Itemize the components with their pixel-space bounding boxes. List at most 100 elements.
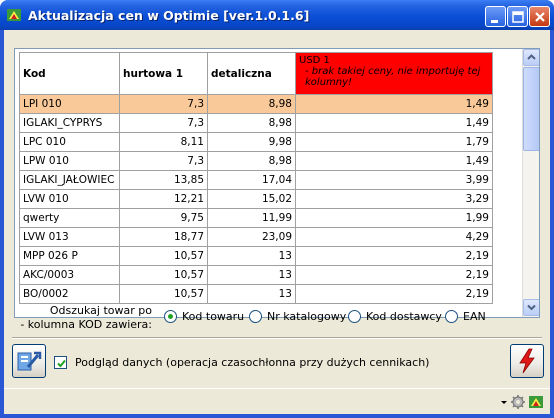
cell-detaliczna[interactable]: 8,98 [207, 151, 296, 171]
table-row[interactable]: IGLAKI_CYPRYS 7,3 8,98 1,49 [19, 113, 493, 133]
title-bar[interactable]: Aktualizacja cen w Optimie [ver.1.0.1.6] [0, 0, 554, 30]
cell-kod[interactable]: BO/0002 [19, 284, 120, 304]
cell-detaliczna[interactable]: 8,98 [207, 113, 296, 133]
update-prices-button[interactable] [510, 344, 544, 378]
table-row[interactable]: AKC/0003 10,57 13 2,19 [19, 265, 493, 285]
cell-hurtowa[interactable]: 13,85 [119, 170, 208, 190]
radio-kod-dostawcy[interactable]: Kod dostawcy [348, 310, 442, 323]
cell-hurtowa[interactable]: 18,77 [119, 227, 208, 247]
cell-usd[interactable]: 4,29 [295, 227, 493, 247]
dropdown-arrow-icon[interactable] [500, 394, 508, 410]
preview-checkbox-row[interactable]: Podgląd danych (operacja czasochłonna pr… [54, 356, 429, 369]
cell-detaliczna[interactable]: 11,99 [207, 208, 296, 228]
radio-ean[interactable]: EAN [445, 310, 486, 323]
cell-kod[interactable]: qwerty [19, 208, 120, 228]
cell-usd[interactable]: 2,19 [295, 284, 493, 304]
cell-detaliczna[interactable]: 9,98 [207, 132, 296, 152]
usd-header-note: - brak takiej ceny, nie importuję tej ko… [305, 66, 481, 88]
import-button[interactable] [12, 344, 46, 378]
table-row[interactable]: IGLAKI_JAŁOWIEC 13,85 17,04 3,99 [19, 170, 493, 190]
cell-detaliczna[interactable]: 13 [207, 284, 296, 304]
price-table: Kod hurtowa 1 detaliczna USD 1 - brak ta… [19, 52, 493, 304]
search-by-label: Odszukaj towar po - kolumna KOD zawiera: [20, 304, 152, 332]
column-header-detaliczna[interactable]: detaliczna [207, 52, 296, 95]
cell-kod[interactable]: AKC/0003 [19, 265, 120, 285]
cell-detaliczna[interactable]: 13 [207, 246, 296, 266]
cell-hurtowa[interactable]: 8,11 [119, 132, 208, 152]
vertical-scrollbar[interactable] [522, 49, 539, 317]
cell-kod[interactable]: LVW 010 [19, 189, 120, 209]
cell-detaliczna[interactable]: 17,04 [207, 170, 296, 190]
status-bar [4, 388, 550, 414]
cell-usd[interactable]: 1,49 [295, 113, 493, 133]
table-row[interactable]: MPP 026 P 10,57 13 2,19 [19, 246, 493, 266]
cell-kod[interactable]: LVW 013 [19, 227, 120, 247]
import-icon [17, 351, 42, 371]
cell-usd[interactable]: 1,49 [295, 151, 493, 171]
cell-hurtowa[interactable]: 7,3 [119, 151, 208, 171]
window-title: Aktualizacja cen w Optimie [ver.1.0.1.6] [28, 8, 310, 23]
column-header-usd[interactable]: USD 1 - brak takiej ceny, nie importuję … [295, 52, 493, 95]
gear-icon[interactable] [510, 394, 526, 410]
radio-label: Nr katalogowy [267, 310, 347, 323]
cell-usd[interactable]: 1,49 [295, 94, 493, 114]
cell-hurtowa[interactable]: 10,57 [119, 246, 208, 266]
cell-hurtowa[interactable]: 7,3 [119, 94, 208, 114]
scroll-down-button[interactable] [523, 299, 539, 316]
cell-detaliczna[interactable]: 23,09 [207, 227, 296, 247]
scroll-up-button[interactable] [523, 49, 539, 66]
scroll-thumb[interactable] [523, 67, 539, 151]
cell-kod[interactable]: IGLAKI_JAŁOWIEC [19, 170, 120, 190]
table-row[interactable]: LPC 010 8,11 9,98 1,79 [19, 132, 493, 152]
radio-circle[interactable] [445, 310, 458, 323]
cell-kod[interactable]: MPP 026 P [19, 246, 120, 266]
preview-checkbox[interactable] [54, 356, 67, 369]
cell-hurtowa[interactable]: 12,21 [119, 189, 208, 209]
radio-nr-katalogowy[interactable]: Nr katalogowy [249, 310, 346, 323]
chevron-up-icon [527, 54, 536, 60]
cell-hurtowa[interactable]: 7,3 [119, 113, 208, 133]
app-status-icon[interactable] [528, 394, 544, 410]
radio-circle[interactable] [348, 310, 361, 323]
table-row[interactable]: LPW 010 7,3 8,98 1,49 [19, 151, 493, 171]
cell-detaliczna[interactable]: 15,02 [207, 189, 296, 209]
radio-circle[interactable] [249, 310, 262, 323]
cell-usd[interactable]: 1,99 [295, 208, 493, 228]
radio-label: Kod towaru [182, 310, 245, 323]
table-row[interactable]: LPI 010 7,3 8,98 1,49 [19, 94, 493, 114]
price-grid[interactable]: Kod hurtowa 1 detaliczna USD 1 - brak ta… [14, 48, 540, 318]
cell-usd[interactable]: 3,99 [295, 170, 493, 190]
cell-detaliczna[interactable]: 13 [207, 265, 296, 285]
search-label-line2: - kolumna KOD zawiera: [20, 318, 152, 331]
close-button[interactable] [529, 6, 550, 27]
cell-detaliczna[interactable]: 8,98 [207, 94, 296, 114]
table-row[interactable]: BO/0002 10,57 13 2,19 [19, 284, 493, 304]
cell-hurtowa[interactable]: 10,57 [119, 265, 208, 285]
radio-circle[interactable] [164, 310, 177, 323]
cell-kod[interactable]: LPC 010 [19, 132, 120, 152]
table-row[interactable]: qwerty 9,75 11,99 1,99 [19, 208, 493, 228]
maximize-button[interactable] [507, 6, 528, 27]
cell-usd[interactable]: 3,29 [295, 189, 493, 209]
cell-usd[interactable]: 2,19 [295, 246, 493, 266]
cell-kod[interactable]: LPI 010 [19, 94, 120, 114]
usd-header-title: USD 1 [299, 55, 330, 66]
cell-usd[interactable]: 2,19 [295, 265, 493, 285]
client-area: Kod hurtowa 1 detaliczna USD 1 - brak ta… [4, 30, 550, 414]
column-header-kod[interactable]: Kod [19, 52, 120, 95]
cell-hurtowa[interactable]: 10,57 [119, 284, 208, 304]
maximize-icon [512, 11, 524, 23]
header-row: Kod hurtowa 1 detaliczna USD 1 - brak ta… [19, 52, 493, 95]
table-row[interactable]: LVW 010 12,21 15,02 3,29 [19, 189, 493, 209]
minimize-button[interactable] [485, 6, 506, 27]
minimize-icon [491, 20, 498, 23]
cell-usd[interactable]: 1,79 [295, 132, 493, 152]
table-row[interactable]: LVW 013 18,77 23,09 4,29 [19, 227, 493, 247]
column-header-hurtowa[interactable]: hurtowa 1 [119, 52, 208, 95]
radio-kod-towaru[interactable]: Kod towaru [164, 310, 244, 323]
cell-hurtowa[interactable]: 9,75 [119, 208, 208, 228]
checkmark-icon [57, 359, 66, 368]
cell-kod[interactable]: LPW 010 [19, 151, 120, 171]
radio-label: Kod dostawcy [366, 310, 442, 323]
cell-kod[interactable]: IGLAKI_CYPRYS [19, 113, 120, 133]
